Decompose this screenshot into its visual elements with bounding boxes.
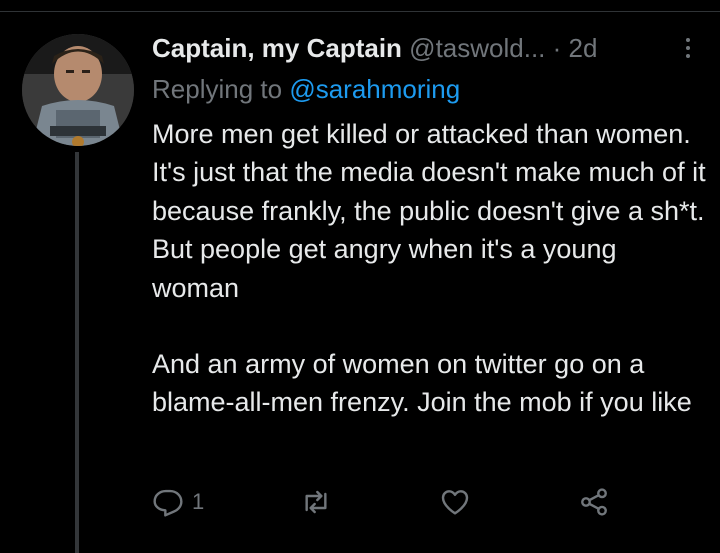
tweet-body: More men get killed or attacked than wom… (152, 115, 707, 422)
user-handle[interactable]: @taswold... (409, 33, 545, 63)
replying-prefix: Replying to (152, 74, 283, 104)
more-icon[interactable] (676, 34, 700, 64)
action-bar: 1 (152, 482, 632, 522)
like-button[interactable] (439, 482, 471, 522)
avatar-image (22, 34, 134, 146)
display-name[interactable]: Captain, my Captain (152, 33, 402, 63)
tweet-paragraph-2: And an army of women on twitter go on a … (152, 349, 692, 418)
avatar[interactable] (22, 34, 134, 146)
top-divider (0, 0, 720, 12)
reply-count: 1 (192, 489, 205, 514)
thread-line (75, 152, 79, 553)
tweet-paragraph-1: More men get killed or attacked than wom… (152, 119, 706, 303)
tweet-header: Captain, my Captain @taswold... · 2d (152, 30, 700, 70)
retweet-icon (305, 490, 327, 514)
like-icon (441, 490, 469, 515)
timestamp[interactable]: 2d (569, 33, 598, 63)
reply-icon (153, 489, 183, 517)
retweet-button[interactable] (300, 482, 332, 522)
replying-to-link[interactable]: @sarahmoring (289, 74, 460, 104)
replying-to: Replying to @sarahmoring (152, 72, 460, 106)
time-separator: · (552, 33, 562, 63)
share-button[interactable] (578, 482, 610, 522)
share-icon (581, 488, 607, 516)
reply-button[interactable]: 1 (152, 482, 204, 522)
